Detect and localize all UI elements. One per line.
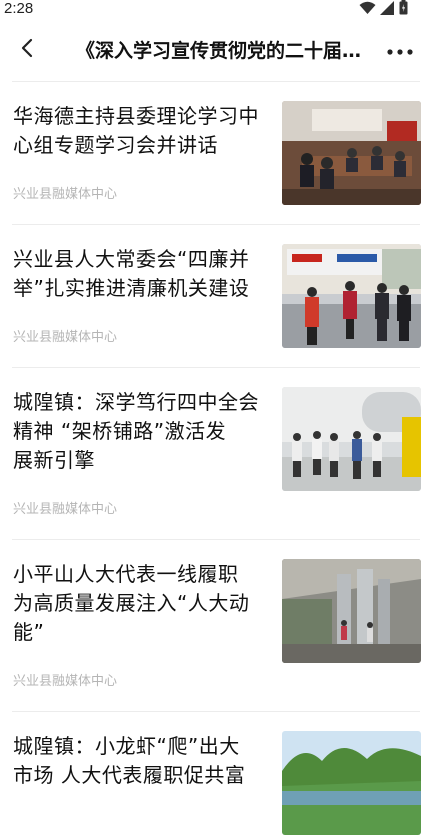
nav-bar: 《深入学习宣传贯彻党的二十届四中全会精神》 xyxy=(0,20,438,82)
list-item[interactable]: 小平山人大代表一线履职 为高质量发展注入“人大动 能” 兴业县融媒体中心 xyxy=(0,540,438,712)
more-button[interactable] xyxy=(384,34,416,66)
signal-icon xyxy=(380,0,395,19)
chevron-left-icon xyxy=(20,38,36,62)
article-title-line: 为高质量发展注入“人大动 xyxy=(13,591,250,615)
article-title: 城隍镇：深学笃行四中全会 精神 “架桥铺路”激活发 展新引擎 xyxy=(13,388,268,475)
article-title-line: 小平山人大代表一线履职 xyxy=(13,562,239,586)
article-title-line: 能” xyxy=(13,620,45,644)
article-title-line: 展新引擎 xyxy=(13,448,95,472)
list-item[interactable]: 兴业县人大常委会“四廉并 举”扎实推进清廉机关建设 兴业县融媒体中心 xyxy=(0,225,438,368)
list-item[interactable]: 城隍镇：小龙虾“爬”出大 市场 人大代表履职促共富 xyxy=(0,712,438,835)
article-source: 兴业县融媒体中心 xyxy=(13,330,118,345)
article-title: 城隍镇：小龙虾“爬”出大 市场 人大代表履职促共富 xyxy=(13,732,268,790)
wifi-icon xyxy=(359,0,376,19)
article-thumbnail xyxy=(282,244,421,348)
article-thumbnail xyxy=(282,731,421,835)
article-source: 兴业县融媒体中心 xyxy=(13,502,118,517)
article-title-line: 兴业县人大常委会“四廉并 xyxy=(13,247,250,271)
article-title-line: 华海德主持县委理论学习中 xyxy=(13,104,259,128)
article-source: 兴业县融媒体中心 xyxy=(13,187,118,202)
article-source: 兴业县融媒体中心 xyxy=(13,674,118,689)
article-title-line: 市场 人大代表履职促共富 xyxy=(13,763,246,787)
article-title: 兴业县人大常委会“四廉并 举”扎实推进清廉机关建设 xyxy=(13,245,268,303)
list-item[interactable]: 华海德主持县委理论学习中 心组专题学习会并讲话 兴业县融媒体中心 xyxy=(0,82,438,225)
article-list: 华海德主持县委理论学习中 心组专题学习会并讲话 兴业县融媒体中心 兴业县人大常委… xyxy=(0,82,438,835)
status-bar: 2:28 xyxy=(0,0,438,20)
article-thumbnail xyxy=(282,387,421,491)
article-title-line: 城隍镇：深学笃行四中全会 xyxy=(13,390,259,414)
back-button[interactable] xyxy=(12,34,44,66)
article-thumbnail xyxy=(282,559,421,663)
article-title: 华海德主持县委理论学习中 心组专题学习会并讲话 xyxy=(13,102,268,160)
article-title-line: 心组专题学习会并讲话 xyxy=(13,133,218,157)
list-item[interactable]: 城隍镇：深学笃行四中全会 精神 “架桥铺路”激活发 展新引擎 兴业县融媒体中心 xyxy=(0,368,438,540)
page-title: 《深入学习宣传贯彻党的二十届四中全会精神》 xyxy=(76,40,366,62)
status-time: 2:28 xyxy=(4,0,34,17)
more-horizontal-icon xyxy=(387,41,413,60)
article-thumbnail xyxy=(282,101,421,205)
article-title-line: 精神 “架桥铺路”激活发 xyxy=(13,419,227,443)
status-icons xyxy=(359,0,408,19)
article-title-line: 城隍镇：小龙虾“爬”出大 xyxy=(13,734,240,758)
article-title: 小平山人大代表一线履职 为高质量发展注入“人大动 能” xyxy=(13,560,268,647)
battery-icon xyxy=(399,0,408,19)
article-title-line: 举”扎实推进清廉机关建设 xyxy=(13,276,250,300)
